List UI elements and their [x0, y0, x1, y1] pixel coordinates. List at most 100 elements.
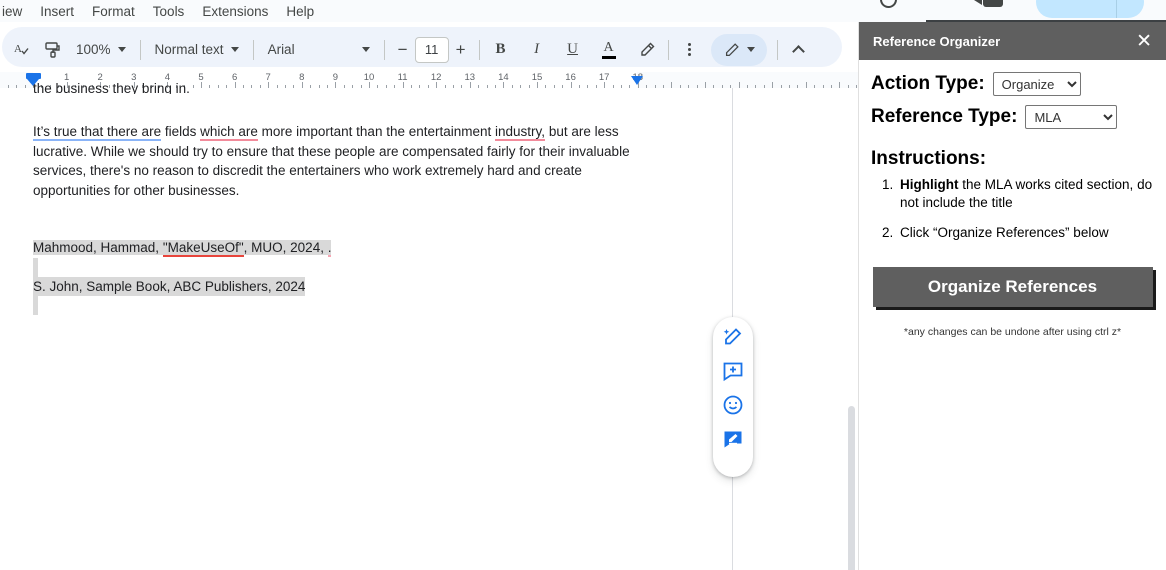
left-indent-marker[interactable]	[26, 73, 41, 79]
bold-button[interactable]: B	[486, 35, 516, 65]
citation-1-title[interactable]: "MakeUseOf"	[163, 240, 244, 257]
selection-blank-line-1	[33, 258, 38, 277]
toolbar-divider	[384, 40, 385, 60]
paragraph-style-dropdown[interactable]: Normal text	[147, 35, 247, 65]
menu-item-format[interactable]: Format	[83, 2, 144, 21]
add-comment-icon[interactable]	[721, 359, 745, 383]
ruler-number: 15	[532, 72, 543, 83]
formatting-toolbar: A 100% Normal text	[0, 22, 858, 72]
grammar-suggestion-blue[interactable]: It’s true that there are	[33, 124, 161, 141]
zoom-dropdown[interactable]: 100%	[68, 35, 134, 65]
action-type-select[interactable]: Organize	[993, 72, 1081, 96]
text-color-button[interactable]: A	[594, 35, 624, 65]
ruler-number: 13	[465, 72, 476, 83]
share-button[interactable]	[1036, 0, 1144, 18]
menu-item-help[interactable]: Help	[277, 2, 323, 21]
font-value: Arial	[268, 42, 295, 57]
font-size-decrease-button[interactable]: −	[391, 40, 415, 60]
toolbar-divider	[668, 40, 669, 60]
text-color-letter: A	[604, 41, 614, 55]
google-docs-window: iew Insert Format Tools Extensions Help …	[0, 0, 1166, 570]
reference-type-row: Reference Type: MLA	[871, 105, 1154, 129]
menu-item-extensions[interactable]: Extensions	[193, 2, 277, 21]
underline-button[interactable]: U	[558, 35, 588, 65]
reference-type-select[interactable]: MLA	[1025, 105, 1117, 129]
ruler-number: 8	[299, 72, 304, 83]
text-color-swatch	[602, 56, 616, 59]
right-indent-marker[interactable]	[631, 76, 643, 85]
chevron-down-icon	[362, 47, 370, 52]
body-paragraph[interactable]: It’s true that there are fields which ar…	[33, 122, 633, 200]
organize-references-button[interactable]: Organize References	[873, 267, 1153, 307]
menu-item-insert[interactable]: Insert	[31, 2, 83, 21]
editing-mode-button[interactable]	[711, 34, 767, 66]
selection-blank-line-2	[33, 296, 38, 315]
ruler-number: 9	[333, 72, 338, 83]
collapse-toolbar-button[interactable]	[784, 35, 814, 65]
close-icon[interactable]: ✕	[1136, 32, 1152, 51]
reference-type-label: Reference Type:	[871, 106, 1017, 128]
chevron-down-icon	[118, 47, 126, 52]
font-dropdown[interactable]: Arial	[260, 35, 378, 65]
font-size-increase-button[interactable]: +	[449, 40, 473, 60]
ruler-number: 6	[232, 72, 237, 83]
menu-item-tools[interactable]: Tools	[144, 2, 194, 21]
font-size-input[interactable]: 11	[415, 37, 449, 63]
emoji-reaction-icon[interactable]	[721, 393, 745, 417]
ruler-number: 12	[431, 72, 442, 83]
meet-camera-icon[interactable]	[983, 0, 1003, 7]
ruler-number: 7	[266, 72, 271, 83]
instruction-2-text: Click “Organize References” below	[900, 225, 1109, 240]
paint-format-icon[interactable]	[38, 35, 68, 65]
action-type-row: Action Type: Organize	[871, 72, 1154, 96]
citation-1-source: , MUO, 2024,	[244, 240, 328, 255]
ruler-number: 14	[498, 72, 509, 83]
instruction-item-1: Highlight the MLA works cited section, d…	[897, 176, 1154, 211]
highlight-pen-icon[interactable]	[632, 35, 662, 65]
paragraph-text-2: fields	[161, 124, 200, 139]
chevron-down-icon	[231, 47, 239, 52]
toolbar-divider	[479, 40, 480, 60]
ruler-number: 17	[599, 72, 610, 83]
pencil-icon	[723, 41, 741, 59]
paragraph-style-value: Normal text	[155, 42, 224, 57]
toolbar-divider	[140, 40, 141, 60]
document-page[interactable]: the business they bring in. It’s true th…	[0, 88, 733, 570]
chevron-up-icon	[792, 45, 805, 58]
italic-button[interactable]: I	[522, 35, 552, 65]
share-divider	[1116, 0, 1117, 18]
toolbar-divider	[253, 40, 254, 60]
instructions-list: Highlight the MLA works cited section, d…	[897, 176, 1154, 242]
menu-item-view[interactable]: iew	[0, 2, 31, 21]
action-type-label: Action Type:	[871, 73, 985, 95]
ruler-number: 16	[565, 72, 576, 83]
citation-1-author: Mahmood, Hammad,	[33, 240, 163, 255]
more-vertical-icon[interactable]	[675, 35, 705, 65]
grammar-suggestion-pink-1[interactable]: which are	[200, 124, 258, 141]
citation-line-1[interactable]: Mahmood, Hammad, "MakeUseOf", MUO, 2024,…	[33, 238, 331, 257]
ruler-number: 5	[198, 72, 203, 83]
svg-text:A: A	[14, 43, 22, 55]
spellcheck-icon[interactable]: A	[8, 35, 38, 65]
instruction-item-2: Click “Organize References” below	[897, 224, 1154, 242]
grammar-suggestion-pink-2[interactable]: industry,	[495, 124, 545, 141]
instruction-1-bold: Highlight	[900, 177, 958, 192]
sidebar-header: Reference Organizer ✕	[859, 22, 1166, 60]
document-area: the business they bring in. It’s true th…	[0, 88, 858, 570]
scrollbar-thumb[interactable]	[848, 406, 855, 570]
citation-line-2[interactable]: S. John, Sample Book, ABC Publishers, 20…	[33, 277, 305, 296]
citation-1-period[interactable]: .	[328, 240, 332, 257]
ruler-number: 11	[398, 72, 408, 83]
reference-organizer-sidebar: Reference Organizer ✕ Action Type: Organ…	[858, 22, 1166, 570]
version-history-icon[interactable]	[880, 0, 897, 8]
suggest-edit-icon[interactable]	[721, 427, 745, 451]
clipped-text-line: the business they bring in.	[33, 82, 190, 94]
sidebar-title: Reference Organizer	[873, 34, 1000, 49]
toolbar-divider	[777, 40, 778, 60]
undo-note: *any changes can be undone after using c…	[871, 326, 1154, 338]
menu-bar: iew Insert Format Tools Extensions Help	[0, 0, 858, 22]
document-scrollbar[interactable]	[845, 176, 858, 570]
header-actions	[858, 0, 1166, 22]
magic-pencil-icon[interactable]	[721, 325, 745, 349]
zoom-level: 100%	[76, 42, 111, 57]
